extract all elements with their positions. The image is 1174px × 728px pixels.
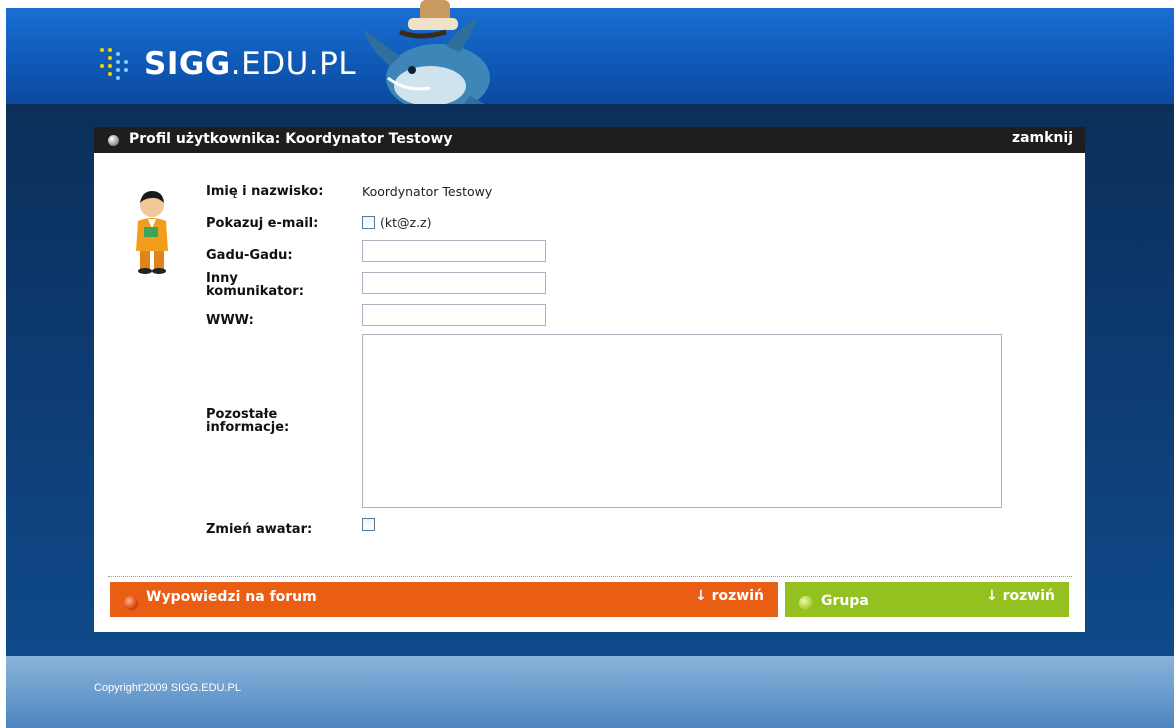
other-messenger-label: Inny komunikator: xyxy=(206,271,304,299)
name-label: Imię i nazwisko: xyxy=(206,184,324,199)
top-border xyxy=(0,0,1174,8)
other-messenger-input[interactable] xyxy=(362,272,546,294)
forum-posts-bar[interactable]: Wypowiedzi na forum ↓ rozwiń xyxy=(110,582,778,617)
group-bar[interactable]: Grupa ↓ rozwiń xyxy=(785,582,1069,617)
panel-title: Profil użytkownika: Koordynator Testowy xyxy=(129,131,453,147)
www-input[interactable] xyxy=(362,304,546,326)
forum-bullet-icon xyxy=(124,596,138,610)
panel-bullet-icon xyxy=(108,135,119,146)
name-value: Koordynator Testowy xyxy=(362,184,493,199)
logo-dots-icon xyxy=(98,46,138,82)
show-email-checkbox[interactable] xyxy=(362,216,375,229)
user-avatar-icon xyxy=(136,191,168,274)
copyright-text: Copyright'2009 SIGG.EDU.PL xyxy=(94,682,242,694)
forum-expand-link[interactable]: ↓ rozwiń xyxy=(695,588,764,604)
site-footer: Copyright'2009 SIGG.EDU.PL xyxy=(6,656,1174,728)
panel-header: Profil użytkownika: Koordynator Testowy … xyxy=(94,127,1085,153)
info-textarea[interactable] xyxy=(362,334,1002,508)
email-value: (kt@z.z) xyxy=(380,215,432,230)
close-link[interactable]: zamknij xyxy=(1012,130,1073,146)
profile-panel: Profil użytkownika: Koordynator Testowy … xyxy=(94,127,1085,632)
change-avatar-label: Zmień awatar: xyxy=(206,522,313,537)
site-header: SIGG.EDU.PL xyxy=(6,8,1174,104)
group-expand-link[interactable]: ↓ rozwiń xyxy=(986,588,1055,604)
site-logo[interactable]: SIGG.EDU.PL xyxy=(98,46,356,82)
group-bullet-icon xyxy=(799,596,813,610)
group-title: Grupa xyxy=(821,593,869,609)
forum-posts-title: Wypowiedzi na forum xyxy=(146,589,317,605)
divider xyxy=(108,576,1072,577)
info-label: Pozostałe informacje: xyxy=(206,407,290,435)
www-label: WWW: xyxy=(206,313,254,328)
gg-label: Gadu-Gadu: xyxy=(206,248,293,263)
gg-input[interactable] xyxy=(362,240,546,262)
logo-text: SIGG.EDU.PL xyxy=(144,46,357,82)
show-email-label: Pokazuj e-mail: xyxy=(206,216,319,231)
change-avatar-checkbox[interactable] xyxy=(362,518,375,531)
